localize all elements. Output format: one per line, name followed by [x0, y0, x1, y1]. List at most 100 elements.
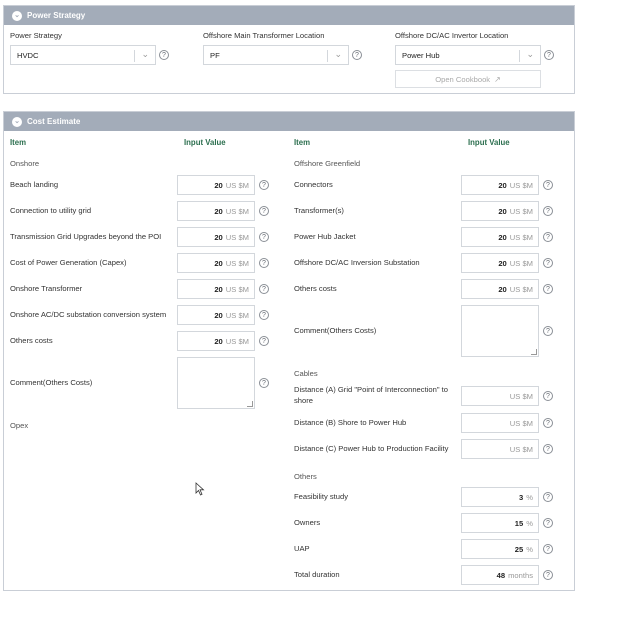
- section-onshore: Onshore: [10, 159, 40, 168]
- section-others: Others: [294, 472, 317, 481]
- power-strategy-select[interactable]: HVDC ⌄: [10, 45, 156, 65]
- help-icon[interactable]: ?: [543, 232, 553, 242]
- select-value: HVDC: [17, 50, 39, 60]
- resize-grip[interactable]: [247, 401, 253, 407]
- input-value: 20: [214, 258, 223, 268]
- input-unit: US $M: [225, 310, 249, 320]
- open-cookbook-button[interactable]: Open Cookbook ↗: [395, 70, 541, 88]
- input-value: 20: [214, 180, 223, 190]
- offshore-comment-textarea[interactable]: [461, 305, 539, 357]
- transformers-input[interactable]: 20 US $M: [461, 201, 539, 221]
- input-value: 3: [519, 492, 524, 502]
- owners-input[interactable]: 15%: [461, 513, 539, 533]
- inversion-substation-input[interactable]: 20 US $M: [461, 253, 539, 273]
- help-icon[interactable]: ?: [159, 50, 169, 60]
- beach-landing-input[interactable]: 20 US $M: [177, 175, 255, 195]
- help-icon[interactable]: ?: [543, 391, 553, 401]
- uap-input[interactable]: 25%: [461, 539, 539, 559]
- chevron-down-icon[interactable]: ⌄: [526, 49, 534, 60]
- help-icon[interactable]: ?: [543, 180, 553, 190]
- invertor-location-select[interactable]: Power Hub ⌄: [395, 45, 541, 65]
- help-icon[interactable]: ?: [543, 206, 553, 216]
- divider: [519, 50, 520, 62]
- help-icon[interactable]: ?: [259, 206, 269, 216]
- collapse-icon[interactable]: ⌄: [12, 10, 22, 21]
- row-label: Distance (C) Power Hub to Production Fac…: [294, 444, 449, 453]
- panel-title: Power Strategy: [27, 11, 86, 20]
- chevron-down-icon[interactable]: ⌄: [141, 49, 149, 60]
- connectors-input[interactable]: 20 US $M: [461, 175, 539, 195]
- help-icon[interactable]: ?: [543, 570, 553, 580]
- total-duration-input[interactable]: 48 months: [461, 565, 539, 585]
- input-unit: %: [526, 518, 533, 528]
- row-label: Distance (B) Shore to Power Hub: [294, 418, 407, 427]
- help-icon[interactable]: ?: [543, 492, 553, 502]
- utility-grid-input[interactable]: 20 US $M: [177, 201, 255, 221]
- help-icon[interactable]: ?: [259, 378, 269, 388]
- onshore-others-input[interactable]: 20 US $M: [177, 331, 255, 351]
- help-icon[interactable]: ?: [259, 284, 269, 294]
- power-hub-jacket-input[interactable]: 20 US $M: [461, 227, 539, 247]
- section-cables: Cables: [294, 369, 318, 378]
- col-input-header-right: Input Value: [468, 138, 510, 147]
- help-icon[interactable]: ?: [259, 232, 269, 242]
- help-icon[interactable]: ?: [259, 336, 269, 346]
- feasibility-study-input[interactable]: 3%: [461, 487, 539, 507]
- row-label: Distance (A) Grid "Point of Interconnect…: [294, 385, 448, 394]
- help-icon[interactable]: ?: [259, 180, 269, 190]
- input-unit: US $M: [225, 284, 249, 294]
- help-icon[interactable]: ?: [259, 258, 269, 268]
- panel-title: Cost Estimate: [27, 117, 81, 126]
- select-value: PF: [210, 50, 220, 60]
- help-icon[interactable]: ?: [543, 444, 553, 454]
- input-value: 20: [498, 206, 507, 216]
- cost-estimate-header[interactable]: ⌄ Cost Estimate: [4, 112, 574, 131]
- help-icon[interactable]: ?: [543, 284, 553, 294]
- help-icon[interactable]: ?: [543, 418, 553, 428]
- divider: [327, 50, 328, 62]
- row-label: Beach landing: [10, 180, 59, 189]
- row-label: Onshore Transformer: [10, 284, 83, 293]
- input-unit: US $M: [225, 336, 249, 346]
- power-strategy-header[interactable]: ⌄ Power Strategy: [4, 6, 574, 25]
- row-label: Cost of Power Generation (Capex): [10, 258, 127, 267]
- collapse-icon[interactable]: ⌄: [12, 116, 22, 127]
- comment-label: Comment(Others Costs): [10, 378, 93, 387]
- input-value: 20: [498, 180, 507, 190]
- help-icon[interactable]: ?: [543, 518, 553, 528]
- input-unit: months: [508, 570, 533, 580]
- col-item-header-right: Item: [294, 138, 311, 147]
- open-cookbook-label: Open Cookbook: [435, 74, 491, 84]
- row-label: Owners: [294, 518, 321, 527]
- row-label: Transmission Grid Upgrades beyond the PO…: [10, 232, 162, 241]
- help-icon[interactable]: ?: [543, 326, 553, 336]
- row-label-line2: shore: [294, 396, 313, 405]
- onshore-transformer-input[interactable]: 20 US $M: [177, 279, 255, 299]
- power-strategy-label: Power Strategy: [10, 31, 62, 40]
- cost-estimate-panel: ⌄ Cost Estimate Item Input Value Onshore…: [3, 111, 575, 591]
- help-icon[interactable]: ?: [259, 310, 269, 320]
- help-icon[interactable]: ?: [352, 50, 362, 60]
- chevron-down-icon[interactable]: ⌄: [334, 49, 342, 60]
- row-label: Power Hub Jacket: [294, 232, 356, 241]
- resize-grip[interactable]: [531, 349, 537, 355]
- power-generation-input[interactable]: 20 US $M: [177, 253, 255, 273]
- input-value: 20: [214, 336, 223, 346]
- distance-c-input[interactable]: US $M: [461, 439, 539, 459]
- help-icon[interactable]: ?: [543, 258, 553, 268]
- invertor-location-label: Offshore DC/AC Invertor Location: [395, 31, 509, 40]
- help-icon[interactable]: ?: [543, 544, 553, 554]
- transformer-location-select[interactable]: PF ⌄: [203, 45, 349, 65]
- distance-a-input[interactable]: US $M: [461, 386, 539, 406]
- distance-b-input[interactable]: US $M: [461, 413, 539, 433]
- row-label: Others costs: [294, 284, 337, 293]
- row-label: UAP: [294, 544, 310, 553]
- section-offshore-greenfield: Offshore Greenfield: [294, 159, 361, 168]
- offshore-others-input[interactable]: 20 US $M: [461, 279, 539, 299]
- onshore-comment-textarea[interactable]: [177, 357, 255, 409]
- input-value: 20: [498, 232, 507, 242]
- help-icon[interactable]: ?: [544, 50, 554, 60]
- grid-upgrades-input[interactable]: 20 US $M: [177, 227, 255, 247]
- col-input-header: Input Value: [184, 138, 226, 147]
- acdc-substation-input[interactable]: 20 US $M: [177, 305, 255, 325]
